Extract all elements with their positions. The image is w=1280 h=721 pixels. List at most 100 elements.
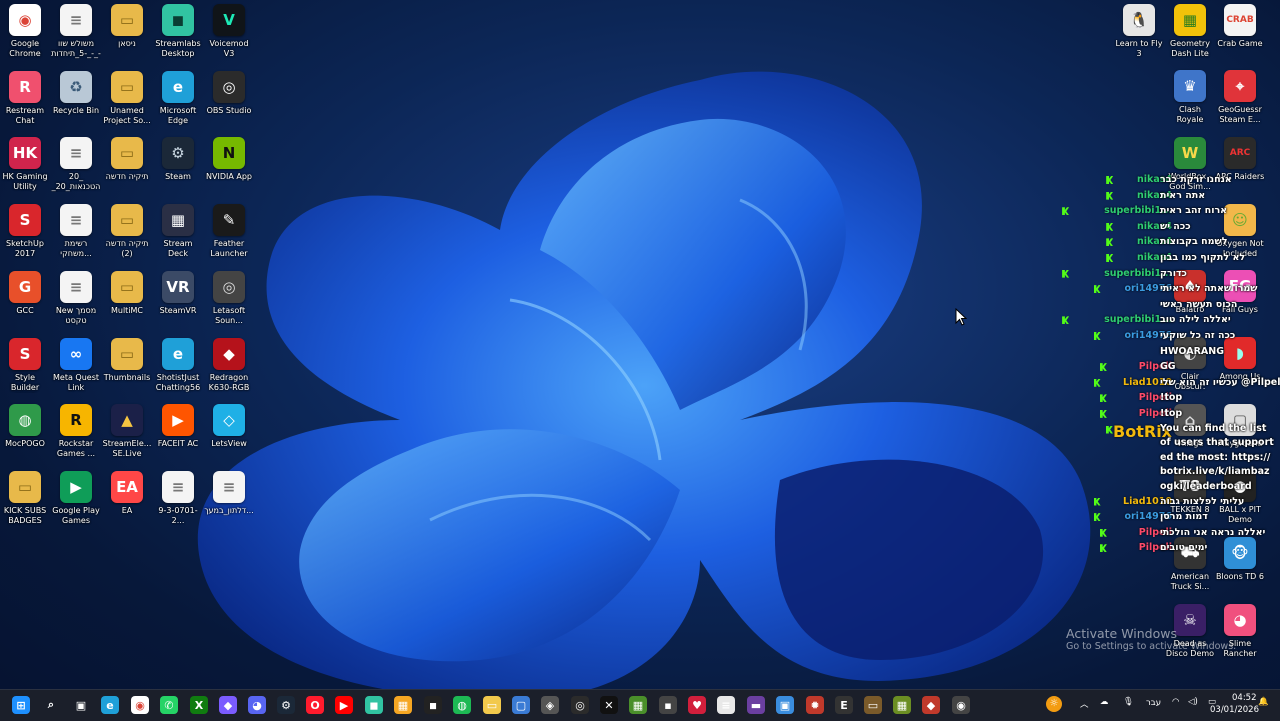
notification-bell-icon[interactable]: 🔔 (1258, 697, 1269, 707)
chevron-up-icon[interactable]: ︿ (1080, 698, 1089, 710)
desktop-icon-meta-quest-link[interactable]: ∞ Meta Quest Link (51, 334, 101, 393)
volume-icon[interactable]: ◁) (1188, 697, 1198, 707)
wifi-icon[interactable]: ◠ (1172, 697, 1179, 707)
spotify-icon[interactable]: ◍ (453, 696, 471, 714)
desktop-icon-streamlabs-desktop[interactable]: ◼ Streamlabs Desktop (153, 0, 203, 59)
desktop-icon-steam[interactable]: ⚙ Steam (153, 133, 203, 182)
youtube-icon[interactable]: ▶ (335, 696, 353, 714)
clock-date[interactable]: 03/01/2026 (1210, 705, 1259, 715)
opera-icon[interactable]: O (306, 696, 324, 714)
kick-badge-icon (1099, 528, 1107, 537)
blue-app-icon[interactable]: ▣ (776, 696, 794, 714)
desktop-icon-microsoft-edge[interactable]: e Microsoft Edge (153, 67, 203, 126)
minecraft-launcher-icon[interactable]: ▦ (893, 696, 911, 714)
capcut-icon[interactable]: ✕ (600, 696, 618, 714)
desktop-icon-steamvr[interactable]: VR SteamVR (153, 267, 203, 316)
heart-icon[interactable]: ♥ (688, 696, 706, 714)
desktop-icon-20-20-20[interactable]: ≡20_ הטכנאות_20_-_ברמה20... (51, 133, 101, 192)
xbox-icon[interactable]: X (190, 696, 208, 714)
desktop-icon-google-play-games[interactable]: ▶ Google Play Games (51, 467, 101, 526)
red-app-icon[interactable]: ◆ (922, 696, 940, 714)
desktop-icon-item[interactable]: ≡ רשימת משחקי... (51, 200, 101, 259)
desktop-icon-feather-launcher[interactable]: ✎ Feather Launcher (204, 200, 254, 259)
desktop-icon-clash-royale[interactable]: ♛ Clash Royale (1165, 66, 1215, 125)
desktop-icon-9-3-0701-2[interactable]: ≡ 9-3-0701-2... (153, 467, 203, 526)
streamlabs-icon[interactable]: ◼ (365, 696, 383, 714)
desktop-icon-letsview[interactable]: ◇ LetsView (204, 400, 254, 449)
desktop-icon-letasoft-soun[interactable]: ◎ Letasoft Soun... (204, 267, 254, 326)
chat-message: הכוס תעשה ראשי (1060, 297, 1280, 313)
desktop-icon-new[interactable]: ≡ New מסמך טקסט (51, 267, 101, 326)
steam-icon[interactable]: ⚙ (277, 696, 295, 714)
desktop-icon-recycle-bin[interactable]: ♻ Recycle Bin (51, 67, 101, 116)
desktop-icon-multimc[interactable]: ▭ MultiMC (102, 267, 152, 316)
desktop-icon-label: EA (121, 505, 133, 515)
clock-time[interactable]: 04:52 (1232, 693, 1257, 703)
search-icon[interactable]: ⌕ (42, 696, 60, 714)
microphone-icon[interactable]: 🎙 (1123, 697, 1134, 707)
desktop-icon-geoguessr-steam-e[interactable]: ⌖ GeoGuessr Steam E... (1215, 66, 1265, 125)
chrome-icon[interactable]: ◉ (131, 696, 149, 714)
chrome-profile-icon[interactable]: ◉ (952, 696, 970, 714)
desktop-icon-item[interactable]: ▭ תיקיה חדשה (102, 133, 152, 182)
desktop-icon-item[interactable]: ≡ דלתון_במעך... (204, 467, 254, 516)
epic-icon[interactable]: E (835, 696, 853, 714)
desktop-icon-mocpogo[interactable]: ◍ MocPOGO (0, 400, 50, 449)
desktop-icon-label: OBS Studio (206, 105, 252, 115)
desktop-icon-style-builder-2017[interactable]: SStyle Builder 2017 (0, 334, 50, 393)
desktop-icon-faceit-ac[interactable]: ▶ FACEIT AC (153, 400, 203, 449)
discord-icon[interactable]: ◕ (248, 696, 266, 714)
start-icon[interactable]: ⊞ (12, 696, 30, 714)
task-view-icon[interactable]: ▣ (72, 696, 90, 714)
desktop-icon-label: Steam (165, 172, 191, 182)
desktop-icon-ea[interactable]: EA EA (102, 467, 152, 516)
desktop-icon-rockstar-games[interactable]: R Rockstar Games ... (51, 400, 101, 459)
desktop-icon-sketchup-2017[interactable]: S SketchUp 2017 (0, 200, 50, 259)
desktop-icon-crab-game[interactable]: CRAB Crab Game (1215, 0, 1265, 49)
cloud-icon[interactable]: ☁ (1100, 697, 1109, 707)
chat-message: Pilpeli ימים טובים (1060, 540, 1280, 556)
desktop-icon-nvidia-app[interactable]: N NVIDIA App (204, 133, 254, 182)
desktop-icon-label: דלתון_במעך... (204, 505, 254, 515)
red-gear-icon[interactable]: ✹ (806, 696, 824, 714)
desktop-icon-geometry-dash-lite[interactable]: ▦ Geometry Dash Lite (1165, 0, 1215, 59)
store-icon[interactable]: ▦ (394, 696, 412, 714)
kick-badge-icon (1062, 269, 1070, 278)
desktop-icon-learn-to-fly-3[interactable]: 🐧 Learn to Fly 3 (1114, 0, 1164, 59)
desktop-icon-gcc[interactable]: G GCC (0, 267, 50, 316)
desktop-icon-stream-deck[interactable]: ▦ Stream Deck (153, 200, 203, 259)
desktop-icon-google-chrome[interactable]: ◉ Google Chrome (0, 0, 50, 59)
notepad-icon[interactable]: ≡ (717, 696, 735, 714)
desktop-icon-item[interactable]: ▭ ניסאן (102, 0, 152, 49)
brown-app-icon[interactable]: ▭ (864, 696, 882, 714)
purple-app-icon[interactable]: ▬ (747, 696, 765, 714)
chat-message: Liad1010 עליתי לפלצות גבוה (1060, 494, 1280, 510)
desktop-icon-5[interactable]: ≡ משולש שוו -5_תיחדות_-_-_... (51, 0, 101, 59)
desktop-icon-thumbnails[interactable]: ▭ Thumbnails (102, 334, 152, 383)
obs-icon[interactable]: ◎ (571, 696, 589, 714)
desktop-icon-redragon-k630-rgb[interactable]: ◆ Redragon K630-RGB (204, 334, 254, 393)
kick-badge-icon (1093, 513, 1101, 522)
app-icon: ▭ (9, 470, 41, 503)
desktop-icon-hk-gaming-utility[interactable]: HK HK Gaming Utility (0, 133, 50, 192)
black-app-icon[interactable]: ◾ (424, 696, 442, 714)
language-indicator[interactable]: עבר (1146, 698, 1161, 708)
desktop-icon-restream-chat[interactable]: R Restream Chat (0, 67, 50, 126)
weather-icon[interactable]: ☼ (1046, 696, 1062, 712)
minecraft-icon[interactable]: ▦ (629, 696, 647, 714)
settings-app-icon[interactable]: ▢ (512, 696, 530, 714)
desktop-icon-2[interactable]: ▭ תיקיה חדשה (2) (102, 200, 152, 259)
file-explorer-icon[interactable]: ▭ (483, 696, 501, 714)
whatsapp-icon[interactable]: ✆ (160, 696, 178, 714)
desktop-icon-streamele-se-live[interactable]: ▲ StreamEle... SE.Live (102, 400, 152, 459)
desktop-icon-unamed-project-so[interactable]: ▭ Unamed Project So... (102, 67, 152, 126)
copilot-icon[interactable]: ◆ (219, 696, 237, 714)
chat-text: !top (1160, 407, 1183, 419)
app-gray-icon[interactable]: ▪ (659, 696, 677, 714)
edge-icon[interactable]: e (101, 696, 119, 714)
shield-icon[interactable]: ◈ (541, 696, 559, 714)
desktop-icon-shotistjust-chatting56[interactable]: e ShotistJust Chatting56 (153, 334, 203, 393)
desktop-icon-obs-studio[interactable]: ◎ OBS Studio (204, 67, 254, 116)
desktop-icon-kick-subs-badges[interactable]: ▭ KICK SUBS BADGES (0, 467, 50, 526)
desktop-icon-voicemod-v3[interactable]: V Voicemod V3 (204, 0, 254, 59)
